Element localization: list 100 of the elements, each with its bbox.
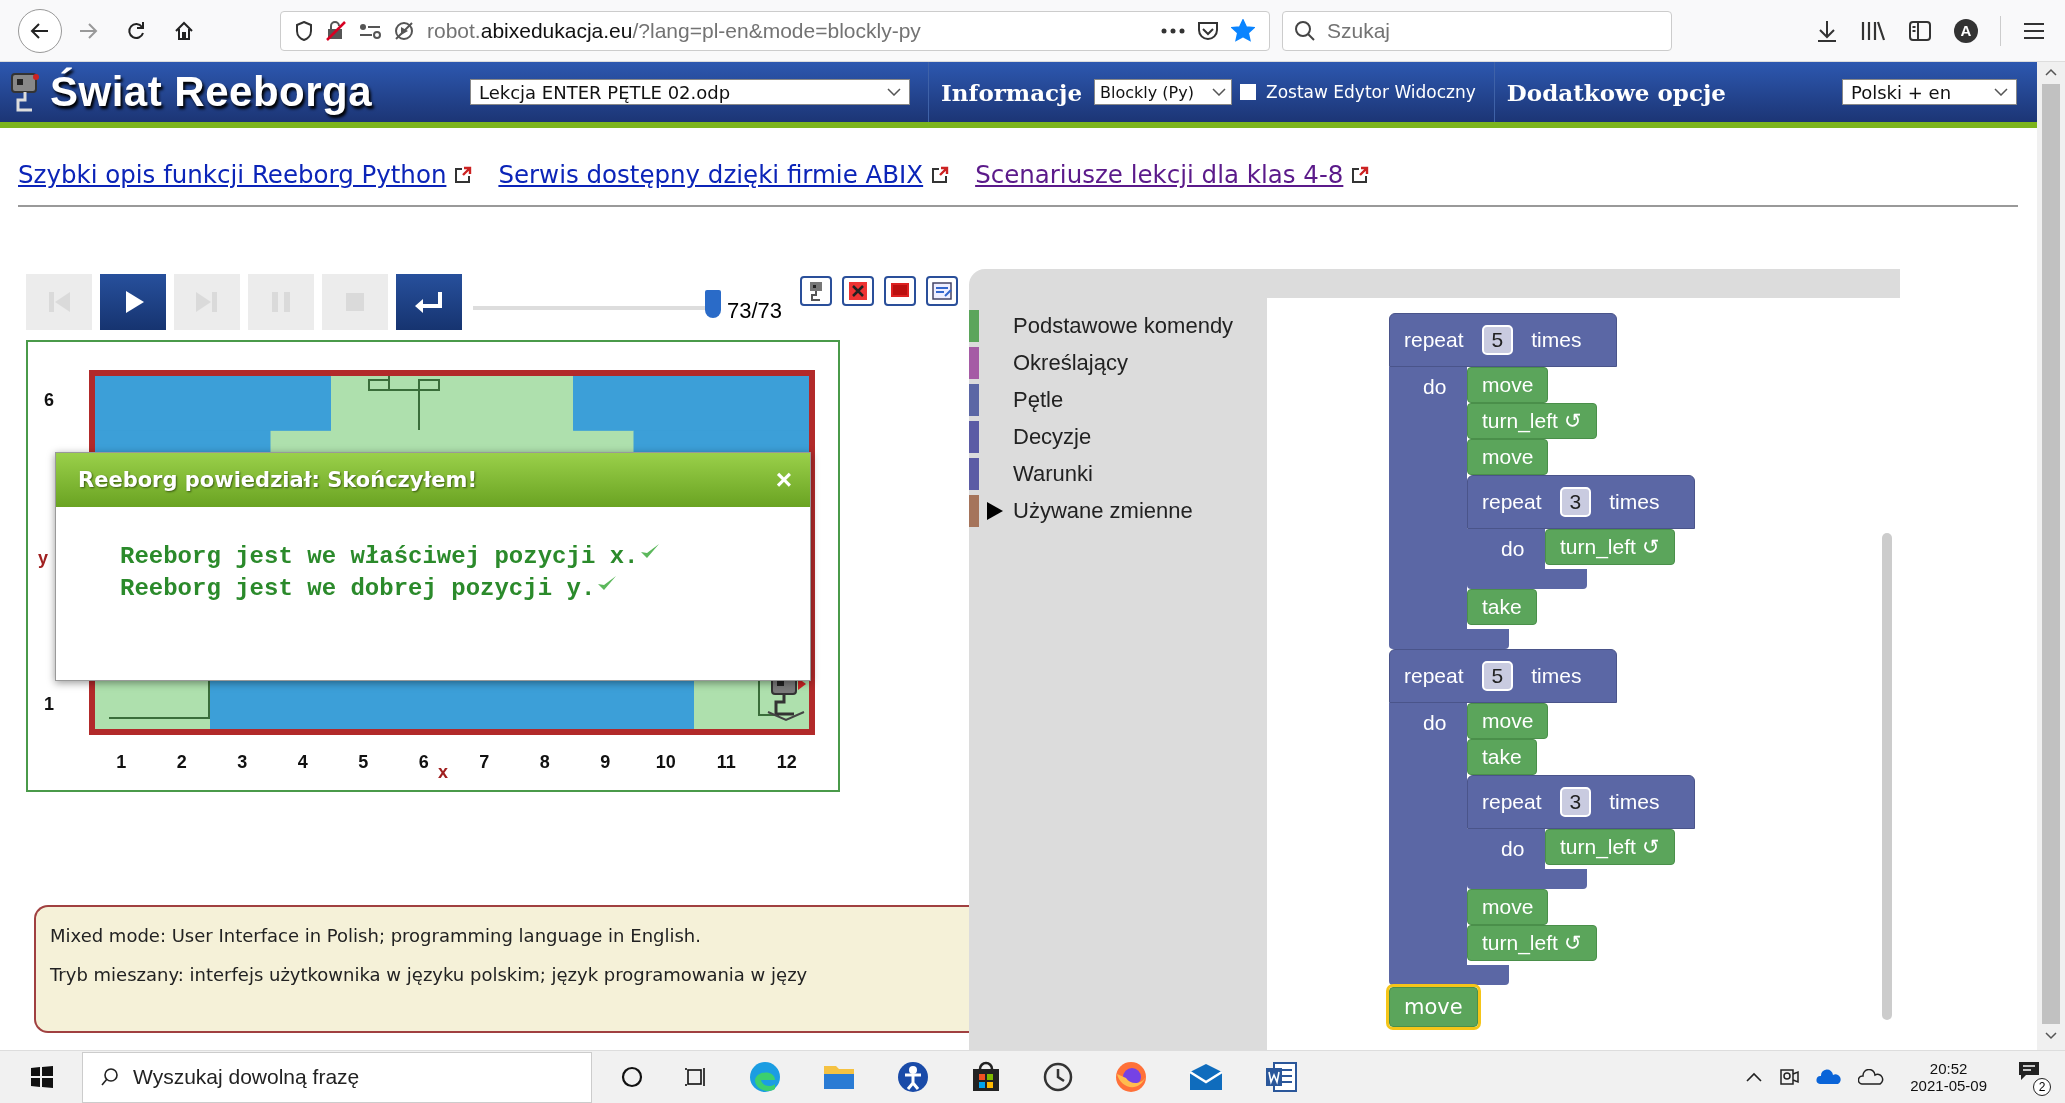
speed-slider-thumb[interactable] <box>705 290 721 318</box>
shield-icon[interactable] <box>295 20 313 41</box>
workspace-scrollbar[interactable] <box>1882 533 1892 1020</box>
notification-count-badge: 2 <box>2033 1078 2051 1096</box>
mail-icon[interactable] <box>1188 1062 1224 1092</box>
row-number: 6 <box>43 390 55 411</box>
row-number: 1 <box>43 694 55 716</box>
search-icon <box>1294 19 1316 42</box>
do-keyword: do <box>1423 711 1447 734</box>
repeat-keyword: repeat <box>1482 490 1542 514</box>
repeat-count-field[interactable]: 3 <box>1559 487 1592 517</box>
x-axis-label: x <box>438 762 448 783</box>
times-keyword: times <box>1531 328 1582 352</box>
account-avatar[interactable]: A <box>1954 18 1978 43</box>
external-link-icon <box>454 165 473 184</box>
info-menu[interactable]: Informacje <box>941 78 1083 106</box>
repeat-count-field[interactable]: 5 <box>1481 661 1514 691</box>
windows-start-icon[interactable] <box>30 1065 54 1089</box>
person-circle-icon[interactable] <box>896 1060 930 1094</box>
toolbox-category[interactable]: Używane zmienne <box>969 492 1267 529</box>
more-options-menu[interactable]: Dodatkowe opcje <box>1506 78 1726 106</box>
taskbar-search-field[interactable]: Wyszukaj dowolną frazę <box>82 1051 592 1103</box>
library-icon[interactable] <box>1860 19 1886 42</box>
chevron-down-icon <box>887 88 901 96</box>
meeting-icon[interactable] <box>1778 1066 1801 1088</box>
repeat-block-footer[interactable] <box>1389 965 1509 985</box>
toolbox-category[interactable]: Warunki <box>969 455 1267 492</box>
toolbox-category[interactable]: Podstawowe komendy <box>969 307 1267 344</box>
autoplay-blocked-icon[interactable] <box>393 20 415 41</box>
more-actions-icon[interactable] <box>1161 27 1185 34</box>
mode-select[interactable]: Blockly (Py) <box>1094 79 1233 105</box>
repeat-block[interactable]: repeat 5 times do move take repeat 3 times do turn_left ↺ move turn_left ↺ <box>1389 649 1695 985</box>
doc-link[interactable]: Szybki opis funkcji Reeborg Python <box>18 160 447 189</box>
word-document-icon[interactable] <box>1264 1061 1298 1093</box>
toolbox-category[interactable]: Określający <box>969 344 1267 381</box>
result-message: Reeborg jest we dobrej pozycji y. <box>120 575 596 602</box>
page-scrollbar[interactable] <box>2037 62 2065 1050</box>
bookmark-star-icon[interactable] <box>1231 18 1255 43</box>
step-counter: 73/73 <box>727 298 783 324</box>
site-title: Świat Reeborga <box>50 68 373 116</box>
menu-icon[interactable] <box>2023 21 2045 40</box>
column-number: 12 <box>775 752 798 773</box>
download-icon[interactable] <box>1816 18 1838 43</box>
store-bag-icon[interactable] <box>970 1061 1002 1093</box>
keep-editor-label[interactable]: Zostaw Edytor Widoczny <box>1266 82 1476 102</box>
do-keyword: do <box>1423 375 1447 398</box>
repeat-keyword: repeat <box>1404 664 1464 688</box>
external-link-icon <box>931 165 950 184</box>
clock-icon[interactable] <box>1042 1061 1074 1093</box>
column-number: 8 <box>538 752 551 773</box>
url-text[interactable]: robot.abixedukacja.eu/?lang=pl-en&mode=blockly-py <box>427 18 1149 43</box>
chevron-up-icon[interactable] <box>1746 1072 1763 1082</box>
info-text: Mixed mode: User Interface in Polish; programming language in English. <box>50 925 702 946</box>
search-icon <box>100 1066 120 1087</box>
doc-link[interactable]: Scenariusze lekcji dla klas 4-8 <box>975 160 1344 189</box>
robot-logo-icon <box>10 72 40 112</box>
edge-browser-icon[interactable] <box>748 1060 782 1094</box>
language-select[interactable]: Polski + en <box>1842 79 2017 105</box>
column-number: 10 <box>654 752 677 773</box>
sidebar-icon[interactable] <box>1908 19 1932 42</box>
chevron-up-icon[interactable] <box>2045 68 2057 76</box>
return-button[interactable] <box>396 274 462 330</box>
repeat-block[interactable]: repeat 3 times do turn_left ↺ <box>1467 775 1695 889</box>
repeat-keyword: repeat <box>1404 328 1464 352</box>
play-button[interactable] <box>100 274 166 330</box>
toolbox-category[interactable]: Pętle <box>969 381 1267 418</box>
chevron-down-icon <box>1994 88 2008 96</box>
repeat-count-field[interactable]: 3 <box>1559 787 1592 817</box>
keep-editor-checkbox[interactable] <box>1240 84 1257 100</box>
cortana-icon[interactable] <box>620 1065 644 1089</box>
speech-bubble-icon[interactable] <box>2017 1060 2041 1082</box>
task-view-icon[interactable] <box>684 1065 708 1089</box>
clock-date[interactable]: 2021-05-09 <box>1910 1077 1987 1094</box>
expand-icon[interactable] <box>987 501 1003 520</box>
address-bar[interactable]: robot.abixedukacja.eu/?lang=pl-en&mode=blockly-py <box>280 10 1270 51</box>
permissions-icon[interactable] <box>359 22 381 39</box>
repeat-block[interactable]: repeat 3 times do turn_left ↺ <box>1467 475 1695 589</box>
doc-link[interactable]: Serwis dostępny dzięki firmie ABIX <box>498 160 924 189</box>
lesson-select[interactable]: Lekcja ENTER PĘTLE 02.odp <box>470 79 910 105</box>
insecure-lock-icon[interactable] <box>325 20 347 41</box>
repeat-count-field[interactable]: 5 <box>1481 325 1514 355</box>
cloud-icon[interactable] <box>1816 1069 1843 1085</box>
reload-icon[interactable] <box>125 19 147 42</box>
toolbox-category[interactable]: Decyzje <box>969 418 1267 455</box>
column-number: 9 <box>599 752 612 773</box>
home-icon[interactable] <box>173 19 195 42</box>
notification-center-button[interactable]: 2 <box>2015 1058 2051 1096</box>
clock-time[interactable]: 20:52 <box>1929 1060 1968 1077</box>
column-number: 7 <box>478 752 491 773</box>
column-number: 1 <box>115 752 128 773</box>
search-field[interactable]: Szukaj <box>1282 10 1672 51</box>
chevron-down-icon[interactable] <box>2045 1032 2057 1040</box>
pocket-icon[interactable] <box>1197 20 1219 41</box>
cloud-outline-icon[interactable] <box>1858 1069 1885 1085</box>
dialog-title: Reeborg powiedział: Skończyłem! <box>78 468 477 492</box>
firefox-icon[interactable] <box>1114 1060 1148 1094</box>
back-button[interactable] <box>18 8 62 53</box>
column-number: 6 <box>417 752 430 773</box>
column-number: 3 <box>236 752 249 773</box>
workspace[interactable]: repeat 5 times do move turn_left ↺ move repeat 3 times do turn_left ↺ take repeat 5 times do move take repeat 3 times do turn_left ↺ move turn_left ↺ move <box>1267 298 1900 1050</box>
